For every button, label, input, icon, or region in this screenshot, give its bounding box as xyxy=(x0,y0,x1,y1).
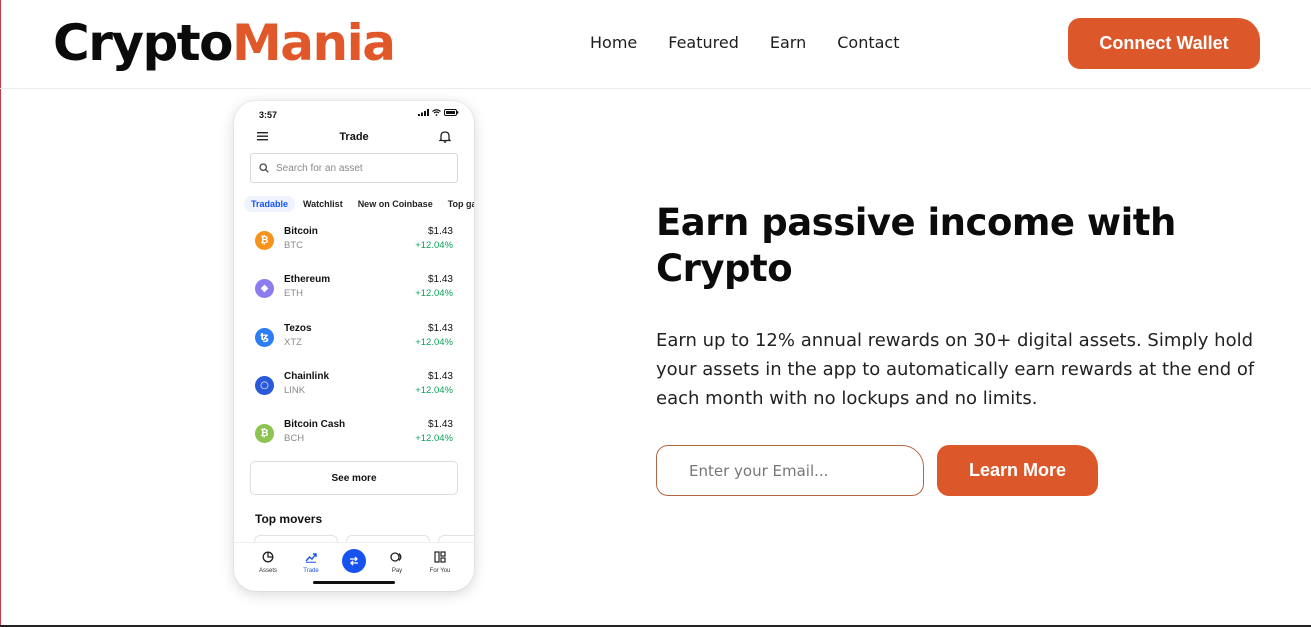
asset-symbol: BTC xyxy=(284,240,303,251)
asset-price: $1.43 xyxy=(427,419,453,431)
bottom-nav-pay[interactable]: Pay xyxy=(377,548,417,574)
asset-change: +12.04% xyxy=(415,433,453,445)
learn-more-button[interactable]: Learn More xyxy=(937,445,1098,496)
battery-icon xyxy=(444,109,459,116)
wifi-icon xyxy=(432,109,441,116)
asset-row[interactable]: ꜩ Tezos XTZ $1.43 +12.04% xyxy=(234,316,474,364)
asset-price: $1.43 xyxy=(427,370,453,382)
phone-status-time: 3:57 xyxy=(259,110,278,120)
search-icon xyxy=(259,163,269,173)
asset-list: ₿ Bitcoin BTC $1.43 +12.04% ◆ Ethereum E… xyxy=(234,219,474,460)
swap-button[interactable] xyxy=(342,549,366,573)
nav-featured[interactable]: Featured xyxy=(668,32,739,54)
bottom-nav-trade[interactable]: Trade xyxy=(291,548,331,574)
tab-new-on-coinbase[interactable]: New on Coinbase xyxy=(358,199,433,209)
bottom-nav-for-you[interactable]: For You xyxy=(420,548,460,574)
bitcoin-icon: ₿ xyxy=(255,231,274,250)
layout-grid-icon xyxy=(434,551,446,563)
asset-name: Tezos xyxy=(284,322,312,334)
pay-icon xyxy=(390,552,402,562)
asset-price: $1.43 xyxy=(427,226,453,237)
signal-icon xyxy=(418,109,429,116)
asset-name: Bitcoin xyxy=(284,226,318,237)
main-nav: Home Featured Earn Contact xyxy=(590,32,930,54)
phone-tabs: Tradable Watchlist New on Coinbase Top g… xyxy=(244,196,474,212)
asset-symbol: XTZ xyxy=(284,336,302,348)
asset-symbol: ETH xyxy=(284,288,303,300)
logo[interactable]: CryptoMania xyxy=(53,8,396,78)
see-more-button[interactable]: See more xyxy=(250,461,458,495)
pie-chart-icon xyxy=(262,551,274,563)
nav-earn[interactable]: Earn xyxy=(770,32,806,54)
asset-price: $1.43 xyxy=(427,322,453,334)
swap-arrows-icon xyxy=(350,556,358,566)
connect-wallet-button[interactable]: Connect Wallet xyxy=(1068,18,1260,69)
asset-name: Bitcoin Cash xyxy=(284,419,346,431)
bottom-nav-label: Assets xyxy=(258,568,277,574)
tab-tradable[interactable]: Tradable xyxy=(244,196,296,212)
asset-change: +12.04% xyxy=(415,384,453,396)
asset-price: $1.43 xyxy=(427,274,453,286)
asset-change: +12.04% xyxy=(415,288,453,300)
email-field[interactable] xyxy=(656,445,924,496)
site-header: CryptoMania Home Featured Earn Contact C… xyxy=(0,0,1311,89)
bottom-nav-label: For You xyxy=(429,568,451,574)
asset-row[interactable]: ₿ Bitcoin Cash BCH $1.43 +12.04% xyxy=(234,412,474,460)
asset-row[interactable]: ◆ Ethereum ETH $1.43 +12.04% xyxy=(234,267,474,315)
chainlink-icon: ○ xyxy=(255,375,274,395)
phone-status-icons xyxy=(418,109,459,116)
logo-part-mania: Mania xyxy=(232,14,396,72)
asset-row[interactable]: ₿ Bitcoin BTC $1.43 +12.04% xyxy=(234,219,474,267)
page-edge-left xyxy=(0,0,1,627)
bottom-nav-assets[interactable]: Assets xyxy=(248,548,288,574)
asset-change: +12.04% xyxy=(415,336,453,348)
logo-part-crypto: Crypto xyxy=(53,14,234,72)
bell-icon[interactable] xyxy=(439,130,451,143)
home-indicator xyxy=(313,581,395,584)
asset-change: +12.04% xyxy=(415,240,453,251)
hero-description: Earn up to 12% annual rewards on 30+ dig… xyxy=(656,330,1255,409)
tezos-icon: ꜩ xyxy=(255,327,274,347)
trend-icon xyxy=(305,553,317,563)
bitcoin-cash-icon: ₿ xyxy=(255,424,274,444)
hero-title: Earn passive income with Crypto xyxy=(656,201,1176,290)
tab-watchlist[interactable]: Watchlist xyxy=(303,199,343,209)
ethereum-icon: ◆ xyxy=(255,279,274,299)
tab-top-gainers[interactable]: Top gainers xyxy=(448,199,474,209)
phone-search-placeholder: Search for an asset xyxy=(276,162,363,174)
phone-screen-title: Trade xyxy=(339,131,369,143)
asset-symbol: LINK xyxy=(284,384,306,396)
asset-symbol: BCH xyxy=(284,433,305,445)
asset-name: Chainlink xyxy=(284,370,330,382)
asset-row[interactable]: ○ Chainlink LINK $1.43 +12.04% xyxy=(234,364,474,412)
nav-home[interactable]: Home xyxy=(590,32,637,54)
top-movers-heading: Top movers xyxy=(255,512,323,526)
phone-mockup: 3:57 Trade Search for an asset Tradable … xyxy=(234,101,474,591)
nav-contact[interactable]: Contact xyxy=(837,32,899,54)
phone-bottom-nav: Assets Trade Pay For You xyxy=(234,542,474,578)
bottom-nav-label: Pay xyxy=(391,568,403,574)
asset-name: Ethereum xyxy=(284,274,331,286)
bottom-nav-label: Trade xyxy=(303,568,319,574)
phone-search-field[interactable]: Search for an asset xyxy=(250,153,458,183)
